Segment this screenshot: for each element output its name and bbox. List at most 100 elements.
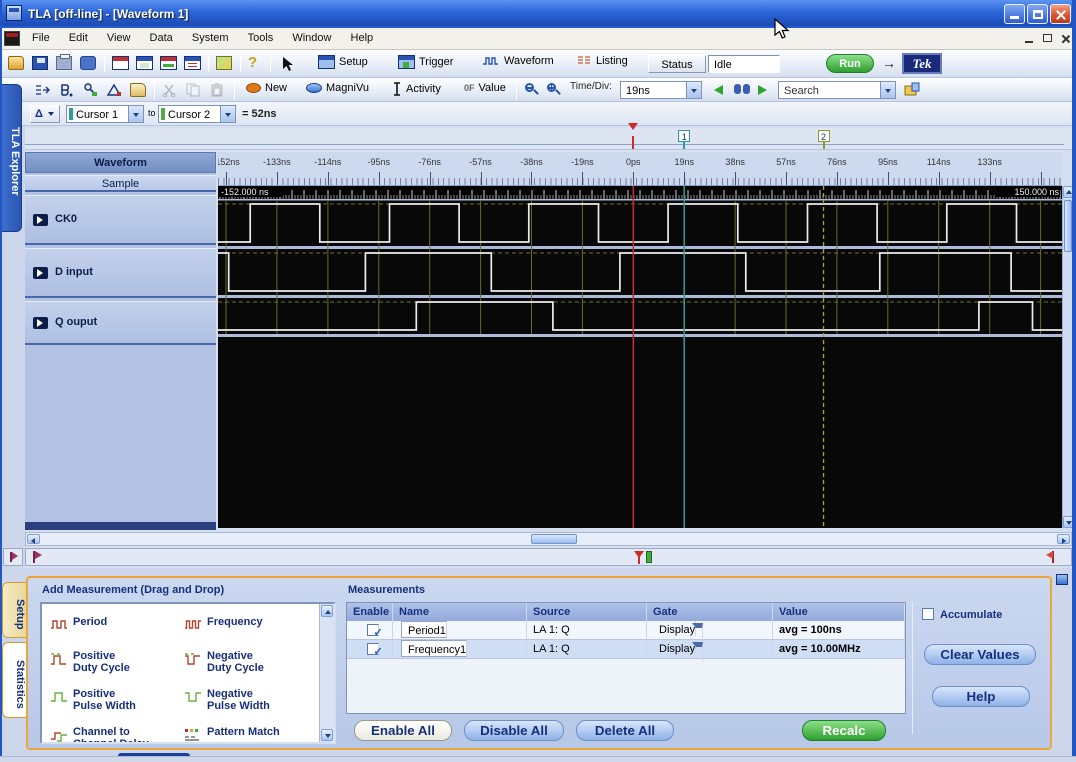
load-button[interactable] [130, 83, 146, 97]
palette-item-period[interactable]: Period [50, 616, 178, 631]
palette-item-positive-duty-cycle[interactable]: PositiveDuty Cycle [50, 650, 178, 674]
trigger-window-button[interactable] [136, 56, 153, 70]
zoom-data-button[interactable] [82, 83, 98, 97]
palette-item-pattern-match[interactable]: Pattern Match [184, 726, 312, 743]
help-button[interactable]: Help [932, 686, 1030, 707]
table-row[interactable]: ✓ Period1 LA 1: Q Display avg = 100ns [347, 621, 905, 640]
expand-signal-icon[interactable] [33, 214, 48, 226]
activity-button[interactable]: Activity [392, 82, 441, 96]
listing-button[interactable]: Listing [576, 55, 628, 67]
open-button[interactable] [8, 56, 24, 70]
palette-item-channel-to-channel[interactable]: Channel toChannel Delay [50, 726, 178, 744]
disable-all-button[interactable]: Disable All [464, 720, 564, 741]
accumulate-checkbox[interactable] [922, 608, 934, 620]
cursor2-marker[interactable]: 2 [818, 130, 830, 142]
table-row[interactable]: ✓ Frequency1 LA 1: Q Display avg = 10.00… [347, 640, 905, 659]
print-button[interactable] [56, 56, 72, 70]
minimize-button[interactable] [1004, 4, 1025, 24]
timediv-dropdown-button[interactable] [686, 82, 701, 98]
search-dropdown-button[interactable] [880, 82, 895, 98]
close-button[interactable] [1050, 4, 1071, 24]
system-button[interactable] [216, 56, 232, 70]
search-next-button[interactable] [758, 85, 767, 95]
palette-scrollbar[interactable] [319, 604, 334, 742]
measurement-palette[interactable]: Period Frequency PositiveDuty Cycle Nega… [40, 602, 336, 744]
scroll-up-button[interactable] [321, 605, 333, 617]
font-button[interactable] [58, 83, 74, 97]
copy-button[interactable] [186, 83, 200, 97]
mdi-minimize-button[interactable] [1022, 32, 1038, 46]
sample-row-label[interactable]: Sample [25, 175, 216, 192]
menu-file[interactable]: File [24, 28, 58, 50]
delta-time-button[interactable] [106, 83, 122, 97]
delta-measure-button[interactable]: Δ [30, 105, 60, 123]
delete-all-button[interactable]: Delete All [576, 720, 674, 741]
zoom-out-button[interactable] [524, 82, 539, 97]
arm-pointer-button[interactable] [280, 56, 296, 72]
trigger-marker-icon[interactable] [628, 130, 638, 142]
trigger-button[interactable]: Trigger [398, 55, 453, 69]
menu-view[interactable]: View [99, 28, 139, 50]
new-measurement-button[interactable]: New [246, 82, 287, 94]
waveform-column-header[interactable]: Waveform [25, 152, 216, 173]
cursor1-marker[interactable]: 1 [678, 130, 690, 142]
panel-collapse-button[interactable] [1056, 574, 1068, 585]
expand-signal-icon[interactable] [33, 317, 48, 329]
enable-checkbox[interactable]: ✓ [367, 643, 379, 655]
scroll-down-button[interactable] [321, 729, 333, 741]
split-view-button[interactable] [34, 83, 50, 97]
source-cell[interactable]: LA 1: Q [527, 640, 647, 658]
name-field[interactable]: Frequency1 [401, 640, 467, 657]
cursor2-select[interactable]: Cursor 2 [158, 105, 236, 123]
find-button[interactable] [734, 83, 750, 95]
source-cell[interactable]: LA 1: Q [527, 621, 647, 639]
status-button[interactable]: Status [648, 55, 706, 73]
waveform-plot-area[interactable]: -152.000 ns150.000 ns [218, 186, 1062, 528]
name-field[interactable]: Period1 [401, 621, 447, 638]
mdi-restore-button[interactable] [1040, 32, 1056, 46]
menu-help[interactable]: Help [343, 28, 382, 50]
setup-window-button[interactable] [112, 56, 129, 70]
gate-select[interactable]: Display [647, 640, 773, 658]
marks-bar[interactable] [25, 548, 1072, 566]
waveform-window-button[interactable] [160, 56, 177, 70]
cut-button[interactable] [162, 83, 176, 97]
clear-values-button[interactable]: Clear Values [924, 644, 1036, 665]
search-options-button[interactable] [904, 82, 920, 96]
magnivu-button[interactable]: MagniVu [306, 82, 369, 94]
tab-setup[interactable]: Setup [2, 582, 26, 638]
paste-button[interactable] [210, 83, 224, 97]
listing-window-button[interactable] [184, 56, 201, 70]
signal-label-ck0[interactable]: CK0 [25, 195, 216, 245]
run-button[interactable]: Run [826, 54, 874, 73]
recalc-button[interactable]: Recalc [802, 720, 886, 741]
setup-button[interactable]: Setup [318, 55, 368, 69]
palette-item-frequency[interactable]: Frequency [184, 616, 312, 631]
vscroll-thumb[interactable] [1064, 200, 1072, 252]
tab-statistics[interactable]: Statistics [2, 642, 26, 718]
hscroll-thumb[interactable] [531, 534, 577, 544]
menu-data[interactable]: Data [142, 28, 181, 50]
gate-select[interactable]: Display [647, 621, 773, 639]
enable-all-button[interactable]: Enable All [354, 720, 452, 741]
signal-label-d-input[interactable]: D input [25, 248, 216, 298]
cursor-mark-icon[interactable] [646, 551, 652, 563]
save-button[interactable] [32, 56, 48, 70]
export-button[interactable] [80, 56, 96, 70]
menu-edit[interactable]: Edit [61, 28, 96, 50]
menu-window[interactable]: Window [284, 28, 339, 50]
scroll-right-button[interactable] [1057, 534, 1070, 544]
signal-label-q-output[interactable]: Q ouput [25, 301, 216, 345]
search-select[interactable]: Search [778, 81, 896, 99]
waveform-button[interactable]: Waveform [482, 55, 554, 67]
tla-explorer-tab[interactable]: TLA Explorer [0, 84, 22, 232]
help-button[interactable]: ? [248, 54, 257, 71]
zoom-in-button[interactable] [546, 82, 561, 97]
menu-tools[interactable]: Tools [240, 28, 282, 50]
maximize-button[interactable] [1027, 4, 1048, 24]
search-prev-button[interactable] [714, 85, 723, 95]
cursor1-dropdown-button[interactable] [128, 106, 143, 122]
horizontal-scrollbar[interactable] [25, 532, 1072, 546]
expand-signal-icon[interactable] [33, 267, 48, 279]
palette-item-negative-pulse-width[interactable]: NegativePulse Width [184, 688, 312, 712]
